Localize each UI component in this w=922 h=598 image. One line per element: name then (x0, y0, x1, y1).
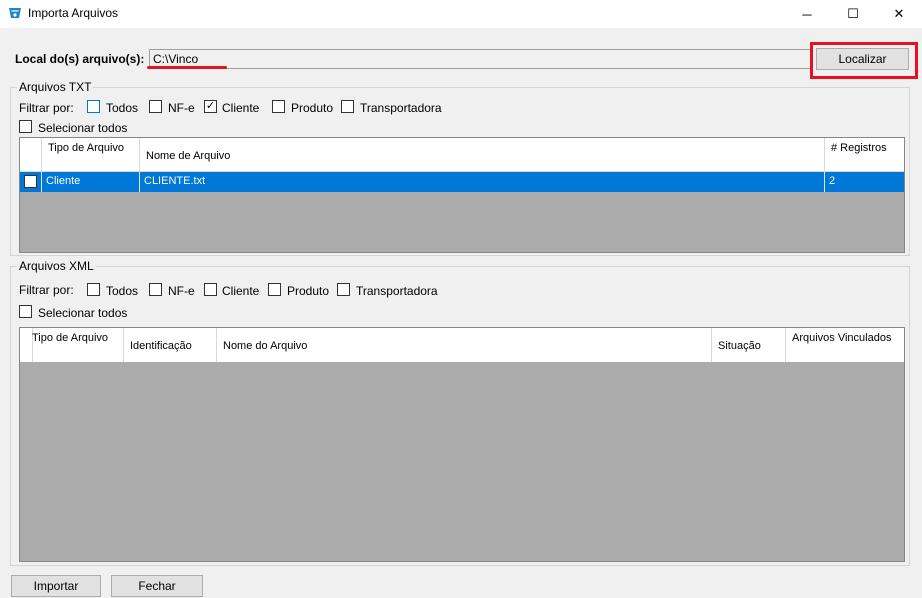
xml-filter-produto-checkbox[interactable] (268, 283, 281, 296)
fechar-button[interactable]: Fechar (111, 575, 203, 597)
txt-group-title: Arquivos TXT (17, 80, 94, 94)
localizar-button[interactable]: Localizar (816, 48, 909, 70)
txt-col-registros[interactable]: # Registros (825, 138, 904, 171)
close-icon: ✕ (893, 6, 905, 21)
window-title: Importa Arquivos (28, 6, 119, 20)
xml-filter-label: Filtrar por: (19, 283, 74, 297)
txt-grid-header: Tipo de Arquivo Nome de Arquivo # Regist… (20, 138, 904, 172)
row-select-cell (20, 172, 42, 192)
xml-filter-todos-checkbox[interactable] (87, 283, 100, 296)
txt-filter-todos-label: Todos (106, 101, 139, 115)
txt-filter-nfe-checkbox[interactable] (149, 100, 162, 113)
xml-filter-transportadora-checkbox[interactable] (337, 283, 350, 296)
importar-button[interactable]: Importar (11, 575, 101, 597)
xml-filter-todos-label: Todos (106, 284, 139, 298)
xml-filter-transportadora-label: Transportadora (356, 284, 438, 298)
txt-select-all-label: Selecionar todos (38, 121, 128, 135)
xml-col-identificacao[interactable]: Identificação (124, 328, 217, 362)
row-tipo: Cliente (42, 172, 140, 192)
check-icon: ✓ (205, 100, 216, 112)
xml-filter-nfe-checkbox[interactable] (149, 283, 162, 296)
txt-col-nome[interactable]: Nome de Arquivo (140, 138, 825, 171)
txt-grid[interactable]: Tipo de Arquivo Nome de Arquivo # Regist… (19, 137, 905, 253)
xml-col-tipo[interactable]: Tipo de Arquivo (26, 328, 124, 362)
row-nome: CLIENTE.txt (140, 172, 825, 192)
txt-select-all-checkbox[interactable] (19, 120, 32, 133)
close-button[interactable]: ✕ (876, 0, 922, 28)
txt-filter-produto-label: Produto (291, 101, 334, 115)
table-row[interactable]: Cliente CLIENTE.txt 2 (20, 172, 904, 192)
xml-filter-nfe-label: NF-e (168, 284, 195, 298)
xml-col-situacao[interactable]: Situação (712, 328, 786, 362)
xml-col-vinculados[interactable]: Arquivos Vinculados (786, 328, 904, 362)
txt-filter-cliente-checkbox[interactable]: ✓ (204, 100, 217, 113)
txt-filter-transportadora-label: Transportadora (360, 101, 442, 115)
maximize-icon: ☐ (847, 6, 859, 21)
txt-grid-header-select (20, 138, 42, 171)
minimize-icon: ─ (802, 6, 812, 22)
row-registros: 2 (829, 175, 836, 187)
maximize-button[interactable]: ☐ (830, 0, 876, 28)
txt-filter-produto-checkbox[interactable] (272, 100, 285, 113)
txt-filter-todos-checkbox[interactable] (87, 100, 100, 113)
row-checkbox[interactable] (24, 175, 37, 188)
minimize-button[interactable]: ─ (784, 0, 830, 28)
xml-filter-produto-label: Produto (287, 284, 330, 298)
xml-grid[interactable]: Tipo de Arquivo Identificação Nome do Ar… (19, 327, 905, 562)
path-label: Local do(s) arquivo(s): (15, 52, 145, 66)
txt-filter-transportadora-checkbox[interactable] (341, 100, 354, 113)
path-annotation-underline (147, 66, 227, 69)
xml-col-nome[interactable]: Nome do Arquivo (217, 328, 712, 362)
txt-filter-label: Filtrar por: (19, 101, 74, 115)
xml-select-all-label: Selecionar todos (38, 306, 128, 320)
xml-filter-cliente-label: Cliente (222, 284, 260, 298)
xml-group-title: Arquivos XML (17, 259, 96, 273)
txt-filter-nfe-label: NF-e (168, 101, 195, 115)
txt-col-tipo[interactable]: Tipo de Arquivo (42, 138, 140, 171)
path-input[interactable] (149, 49, 812, 69)
xml-select-all-checkbox[interactable] (19, 305, 32, 318)
xml-filter-cliente-checkbox[interactable] (204, 283, 217, 296)
xml-grid-header: Tipo de Arquivo Identificação Nome do Ar… (20, 328, 904, 362)
app-icon (7, 5, 23, 21)
txt-filter-cliente-label: Cliente (222, 101, 260, 115)
